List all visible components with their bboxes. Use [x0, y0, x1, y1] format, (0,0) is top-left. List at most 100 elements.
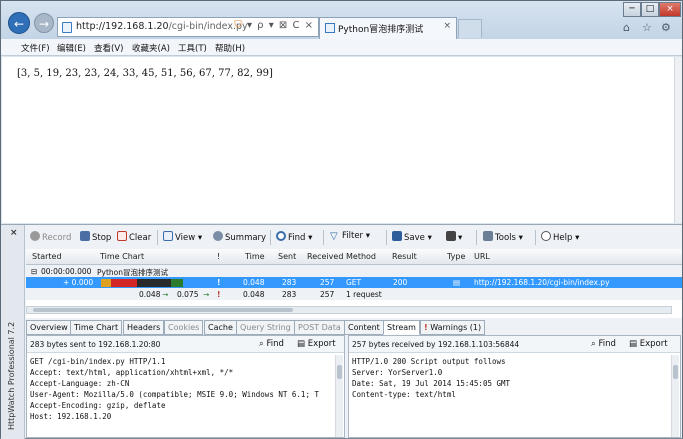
bytes-received-info: 257 bytes received by 192.168.1.103:5684…: [352, 340, 520, 349]
time-chart-receive-segment: [111, 279, 137, 287]
menu-file[interactable]: 文件(F): [21, 42, 50, 54]
tab-post-data[interactable]: POST Data: [294, 320, 345, 335]
filter-button[interactable]: ▽ Filter ▾: [330, 231, 370, 242]
page-content: [3, 5, 19, 23, 23, 24, 33, 45, 51, 56, 6…: [2, 57, 674, 223]
clear-label: Clear: [129, 233, 152, 243]
response-stream-header: 257 bytes received by 192.168.1.103:5684…: [349, 336, 680, 353]
stop-icon: [80, 231, 90, 241]
col-method[interactable]: Method: [346, 252, 376, 261]
stream-line: Host: 192.168.1.20: [30, 412, 112, 421]
response-export-button[interactable]: ▤ Export: [629, 339, 668, 349]
menu-edit[interactable]: 编辑(E): [57, 42, 86, 54]
request-received: 257: [320, 278, 335, 287]
page-scrollbar[interactable]: [674, 57, 682, 223]
shield-icon[interactable]: ⛉: [234, 20, 243, 31]
response-find-button[interactable]: ⌕ Find: [591, 339, 616, 349]
tab-stream[interactable]: Stream: [383, 320, 420, 335]
tab-time-chart[interactable]: Time Chart: [70, 320, 123, 335]
col-received[interactable]: Received: [307, 252, 343, 261]
menu-tools[interactable]: 工具(T): [178, 42, 207, 54]
floppy-icon: [392, 231, 402, 241]
summary-button[interactable]: Summary: [213, 231, 266, 243]
tab-python-bubble-sort[interactable]: Python冒泡排序测试 ×: [319, 17, 457, 39]
summary-warning-icon: !: [217, 290, 221, 299]
find-label: Find ▾: [288, 233, 313, 243]
find-button[interactable]: Find ▾: [276, 231, 312, 243]
scrollbar-thumb[interactable]: [673, 365, 678, 379]
scrollbar-thumb[interactable]: [33, 308, 293, 312]
col-url[interactable]: URL: [474, 252, 490, 261]
print-button[interactable]: ▾: [446, 231, 462, 243]
col-result[interactable]: Result: [392, 252, 417, 261]
new-tab-button[interactable]: [458, 19, 482, 38]
request-time: 0.048: [243, 278, 265, 287]
request-stream-scrollbar[interactable]: [335, 355, 343, 437]
tab-overview[interactable]: Overview: [26, 320, 72, 335]
forward-button[interactable]: →: [34, 13, 54, 33]
col-started[interactable]: Started: [32, 252, 62, 261]
col-sent[interactable]: Sent: [278, 252, 296, 261]
tab-cache[interactable]: Cache: [204, 320, 237, 335]
tab-cookies[interactable]: Cookies: [164, 320, 204, 335]
menu-view[interactable]: 查看(V): [94, 42, 123, 54]
tab-headers[interactable]: Headers: [123, 320, 165, 335]
response-stream-text[interactable]: HTTP/1.0 200 Script output follows Server…: [352, 356, 652, 400]
back-arrow-icon: ←: [13, 17, 25, 31]
summary-requests: 1 request: [346, 290, 382, 299]
menu-help[interactable]: 帮助(H): [215, 42, 245, 54]
help-icon: [541, 231, 551, 241]
toolbar-separator: [535, 230, 536, 245]
page-group-row[interactable]: ⊟ 00:00:00.000 Python冒泡排序测试: [26, 266, 682, 277]
httpwatch-panel: × HttpWatch Professional 7.2 Record Stop…: [1, 224, 682, 439]
summary-t2: 0.075: [177, 290, 199, 299]
time-chart-blocked-segment: [137, 279, 171, 287]
title-bar: ← → http://192.168.1.20/cgi-bin/index.py…: [1, 1, 682, 39]
menu-favorites[interactable]: 收藏夹(A): [132, 42, 170, 54]
stop-button[interactable]: Stop: [80, 231, 111, 243]
address-url[interactable]: http://192.168.1.20/cgi-bin/index.py: [76, 21, 248, 32]
clear-icon: [117, 231, 127, 241]
tools-button[interactable]: Tools ▾: [483, 231, 523, 243]
tab-content[interactable]: Content: [344, 320, 384, 335]
request-stream-text[interactable]: GET /cgi-bin/index.py HTTP/1.1 Accept: te…: [30, 356, 330, 422]
col-time[interactable]: Time: [245, 252, 265, 261]
stream-line: HTTP/1.0 200 Script output follows: [352, 357, 506, 366]
tab-warnings-label: Warnings (1): [430, 323, 482, 332]
stream-line: GET /cgi-bin/index.py HTTP/1.1: [30, 357, 166, 366]
clear-button[interactable]: Clear: [117, 231, 151, 243]
request-warning-icon: !: [217, 278, 221, 287]
tab-close-icon[interactable]: ×: [443, 21, 451, 31]
printer-icon: [446, 231, 456, 241]
request-export-button[interactable]: ▤ Export: [297, 339, 336, 349]
maximize-button[interactable]: □: [641, 2, 659, 17]
close-window-button[interactable]: ×: [659, 2, 681, 17]
response-stream-scrollbar[interactable]: [671, 355, 679, 437]
request-find-button[interactable]: ⌕ Find: [259, 339, 284, 349]
col-time-chart[interactable]: Time Chart: [100, 252, 144, 261]
favorites-star-icon[interactable]: ☆: [642, 21, 652, 34]
save-button[interactable]: Save ▾: [392, 231, 432, 243]
view-button[interactable]: View ▾: [163, 231, 202, 243]
tab-query-string[interactable]: Query String: [236, 320, 295, 335]
col-warning[interactable]: !: [217, 252, 220, 261]
menu-bar: 文件(F) 编辑(E) 查看(V) 收藏夹(A) 工具(T) 帮助(H): [1, 39, 682, 56]
grid-horizontal-scrollbar[interactable]: [26, 306, 672, 314]
httpwatch-close-icon[interactable]: ×: [10, 228, 18, 238]
col-type[interactable]: Type: [447, 252, 465, 261]
search-refresh-stop-icons[interactable]: ▾ ρ ▾ ⊠ C ×: [247, 20, 314, 31]
help-button[interactable]: Help ▾: [541, 231, 579, 243]
request-row[interactable]: + 0.000 ! 0.048 283 257 GET 200 ▤ http:/…: [26, 277, 682, 288]
tab-warnings[interactable]: ! Warnings (1): [420, 320, 486, 335]
settings-gear-icon[interactable]: ⚙: [661, 21, 671, 34]
back-button[interactable]: ←: [8, 12, 30, 34]
summary-arrow-icon: →: [203, 290, 210, 299]
minimize-button[interactable]: ─: [623, 2, 641, 17]
home-icon[interactable]: ⌂: [623, 21, 630, 34]
stream-line: User-Agent: Mozilla/5.0 (compatible; MSI…: [30, 390, 319, 399]
address-tools[interactable]: ⛉ ▾ ρ ▾ ⊠ C ×: [234, 20, 314, 31]
address-bar[interactable]: http://192.168.1.20/cgi-bin/index.py ⛉ ▾…: [57, 17, 319, 37]
scrollbar-thumb[interactable]: [337, 365, 342, 379]
record-button[interactable]: Record: [30, 231, 71, 243]
expand-collapse-icon[interactable]: ⊟: [31, 267, 37, 276]
export-icon: ▤: [629, 339, 638, 349]
